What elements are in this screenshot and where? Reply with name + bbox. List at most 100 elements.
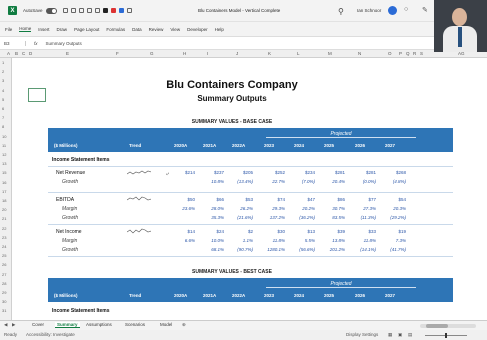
menu-developer[interactable]: Developer (187, 27, 208, 32)
value-cell[interactable]: $77 (349, 197, 376, 202)
value-cell[interactable]: $14 (168, 229, 195, 234)
value-cell[interactable]: $47 (288, 197, 315, 202)
column-header[interactable]: D (29, 51, 32, 56)
row-header[interactable]: 11 (2, 143, 6, 148)
row-header[interactable]: 20 (2, 207, 6, 212)
menu-view[interactable]: View (170, 27, 180, 32)
value-cell[interactable]: 11.8% (258, 238, 285, 243)
column-header[interactable]: S (420, 51, 423, 56)
tab-scroll-right-icon[interactable]: ▶ (12, 322, 15, 328)
value-cell[interactable]: (56.6%) (288, 247, 315, 252)
menu-file[interactable]: File (5, 27, 12, 32)
column-header[interactable]: H (183, 51, 186, 56)
value-cell[interactable]: (7.0%) (288, 179, 315, 184)
row-header[interactable]: 4 (2, 88, 4, 93)
menu-help[interactable]: Help (215, 27, 224, 32)
menu-review[interactable]: Review (149, 27, 164, 32)
row-header[interactable]: 29 (2, 290, 6, 295)
value-cell[interactable]: 23.6% (168, 206, 195, 211)
tab-summary[interactable]: Summary (55, 322, 80, 328)
column-header[interactable]: Q (406, 51, 410, 56)
avatar[interactable] (388, 6, 397, 15)
value-cell[interactable]: 10.8% (197, 179, 224, 184)
menu-home[interactable]: Home (19, 26, 32, 32)
value-cell[interactable]: 22.7% (258, 179, 285, 184)
fill-blue-icon[interactable] (118, 8, 124, 13)
row-header[interactable]: 26 (2, 262, 6, 267)
row-header[interactable]: 23 (2, 235, 6, 240)
column-header[interactable]: O (388, 51, 392, 56)
value-cell[interactable]: 10.0% (197, 238, 224, 243)
value-cell[interactable]: (90.7%) (226, 247, 253, 252)
row-header[interactable]: 18 (2, 198, 6, 203)
file-name[interactable]: Blu Containers Model - Vertical Complete (198, 8, 280, 13)
tab-cover[interactable]: Cover (30, 322, 46, 327)
value-cell[interactable]: 1280.1% (258, 247, 285, 252)
value-cell[interactable]: (13.4%) (226, 179, 253, 184)
value-cell[interactable]: 83.5% (318, 215, 345, 220)
value-cell[interactable]: $74 (258, 197, 285, 202)
row-header[interactable]: 12 (2, 152, 6, 157)
pen-icon[interactable]: ✎ (422, 6, 428, 14)
row-header[interactable]: 28 (2, 281, 6, 286)
column-header[interactable]: L (297, 51, 300, 56)
ideas-icon[interactable]: ○ (404, 6, 408, 13)
row-header[interactable]: 7 (2, 115, 4, 120)
value-cell[interactable]: $30 (258, 229, 285, 234)
menu-data[interactable]: Data (132, 27, 142, 32)
add-sheet-icon[interactable]: ⊕ (182, 322, 186, 328)
value-cell[interactable]: 27.3% (349, 206, 376, 211)
value-cell[interactable]: (4.8%) (379, 179, 406, 184)
normal-view-icon[interactable]: ▦ (388, 332, 392, 338)
formula-input[interactable]: Summary Outputs (46, 41, 82, 46)
save-icon[interactable] (62, 8, 68, 13)
value-cell[interactable]: 6.6% (168, 238, 195, 243)
value-cell[interactable]: (41.7%) (379, 247, 406, 252)
borders-icon[interactable] (94, 8, 100, 13)
value-cell[interactable]: $205 (226, 170, 253, 175)
column-header[interactable]: M (328, 51, 332, 56)
column-header[interactable]: E (66, 51, 69, 56)
redo-icon[interactable] (78, 8, 84, 13)
tab-assumptions[interactable]: Assumptions (84, 322, 114, 327)
zoom-slider-thumb[interactable] (445, 333, 447, 338)
value-cell[interactable]: $13 (288, 229, 315, 234)
value-cell[interactable]: (11.3%) (349, 215, 376, 220)
value-cell[interactable]: $54 (379, 197, 406, 202)
row-header[interactable]: 1 (2, 60, 4, 65)
value-cell[interactable]: $281 (318, 170, 345, 175)
value-cell[interactable]: 29.3% (258, 206, 285, 211)
column-header[interactable]: F (116, 51, 119, 56)
row-header[interactable]: 21 (2, 216, 6, 221)
value-cell[interactable]: $19 (379, 229, 406, 234)
column-header[interactable]: C (22, 51, 25, 56)
value-cell[interactable]: $281 (349, 170, 376, 175)
row-header[interactable]: 8 (2, 124, 4, 129)
row-header[interactable]: 10 (2, 134, 6, 139)
undo-icon[interactable] (70, 8, 76, 13)
column-header[interactable]: G (150, 51, 154, 56)
tab-scenarios[interactable]: Scenarios (123, 322, 147, 327)
menu-formulas[interactable]: Formulas (106, 27, 125, 32)
page-layout-view-icon[interactable]: ▣ (398, 332, 402, 338)
name-box[interactable]: B3 (0, 40, 26, 46)
value-cell[interactable]: 11.8% (349, 238, 376, 243)
value-cell[interactable]: 26.2% (226, 206, 253, 211)
row-header[interactable]: 2 (2, 69, 4, 74)
row-header[interactable]: 13 (2, 161, 6, 166)
value-cell[interactable]: 1.1% (226, 238, 253, 243)
tab-scroll-left-icon[interactable]: ◀ (4, 322, 7, 328)
value-cell[interactable]: 20.2% (288, 206, 315, 211)
value-cell[interactable]: (0.0%) (349, 179, 376, 184)
row-header[interactable]: 30 (2, 299, 6, 304)
value-cell[interactable]: $86 (318, 197, 345, 202)
row-header[interactable]: 5 (2, 97, 4, 102)
row-header[interactable]: 16 (2, 180, 6, 185)
column-header[interactable]: I (207, 51, 208, 56)
menu-insert[interactable]: Insert (38, 27, 49, 32)
column-header[interactable]: K (268, 51, 271, 56)
column-header[interactable]: B (15, 51, 18, 56)
value-cell[interactable]: $39 (318, 229, 345, 234)
value-cell[interactable]: 28.0% (197, 206, 224, 211)
value-cell[interactable]: $24 (197, 229, 224, 234)
